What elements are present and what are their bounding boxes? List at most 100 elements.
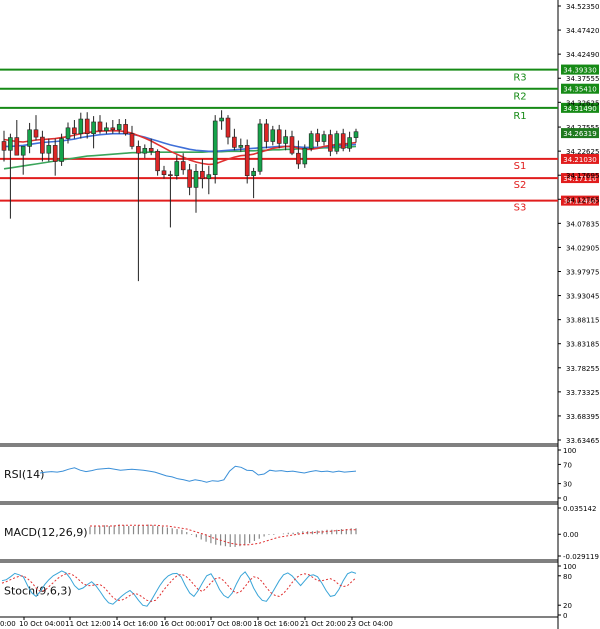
- time-tick-label: 10 Oct 04:00: [19, 620, 65, 628]
- candle-body: [212, 120, 218, 175]
- rsi-line: [39, 465, 357, 483]
- level-name-r1: R1: [513, 111, 526, 122]
- candle-body: [27, 129, 32, 147]
- candle-body: [91, 121, 96, 134]
- candle-body: [232, 136, 237, 148]
- level-price-label-r2: 34.35410: [563, 86, 596, 94]
- level-name-s1: S1: [514, 161, 527, 172]
- candle-body: [84, 118, 90, 134]
- price-tick-label: 33.68395: [566, 413, 599, 421]
- rsi-tick-label: 30: [563, 481, 572, 489]
- macd-tick-label: -0.029119: [563, 553, 599, 561]
- time-tick-label: 16 Oct 00:00: [160, 620, 206, 628]
- candle-body: [8, 137, 13, 151]
- trading-chart: R3 R2 R1 S1 S2 S3 RSI(14) 100 70 30 0 MACD(12,26,9…: [0, 0, 599, 629]
- price-tick-label: 34.37555: [566, 75, 599, 83]
- candle-body: [148, 148, 154, 152]
- candle-body: [264, 123, 269, 142]
- candle-body: [129, 133, 135, 147]
- time-tick-label: 23 Oct 04:00: [347, 620, 393, 628]
- macd-label: MACD(12,26,9): [4, 526, 88, 539]
- candle-body: [193, 170, 199, 188]
- candle-body: [308, 133, 314, 149]
- candle-body: [59, 138, 64, 162]
- candle-body: [72, 127, 77, 134]
- candle-body: [180, 161, 186, 171]
- candle-body: [238, 145, 244, 148]
- price-tick-label: 33.83185: [566, 341, 599, 349]
- last-price-label: 34.26319: [563, 130, 596, 138]
- indicator-panels: RSI(14) 100 70 30 0 MACD(12,26,9) 0.035142 0.00…: [1, 447, 599, 620]
- candle-body: [315, 133, 320, 142]
- candle-body: [276, 129, 282, 144]
- time-tick-label-partial: 0:00: [0, 620, 16, 628]
- candle-body: [302, 148, 308, 165]
- candle-body: [168, 174, 173, 176]
- candle-body: [321, 134, 327, 142]
- stoch-tick-label: 20: [563, 602, 572, 610]
- candle-body: [14, 137, 20, 156]
- rsi-label: RSI(14): [4, 468, 44, 481]
- level-name-r2: R2: [513, 92, 526, 103]
- time-tick-label: 17 Oct 08:00: [206, 620, 252, 628]
- candle-body: [289, 136, 295, 154]
- candle-body: [257, 123, 263, 172]
- candle-body: [283, 136, 288, 144]
- candle-body: [353, 131, 359, 138]
- candle-body: [244, 145, 250, 176]
- candle-body: [33, 129, 39, 138]
- candle-body: [65, 127, 71, 139]
- rsi-tick-label: 70: [563, 461, 572, 469]
- price-tick-label: 34.07835: [566, 220, 599, 228]
- candle-body: [20, 146, 26, 156]
- price-tick-label: 34.02905: [566, 244, 599, 252]
- candle-body: [142, 148, 148, 154]
- price-tick-label: 34.52350: [566, 3, 599, 11]
- level-name-s3: S3: [514, 203, 527, 214]
- macd-tick-label: 0.035142: [563, 505, 596, 513]
- price-tick-label: 33.93045: [566, 293, 599, 301]
- stoch-tick-label: 80: [563, 573, 572, 581]
- level-price-label-r3: 34.39330: [563, 67, 596, 75]
- candle-body: [225, 117, 231, 138]
- candle-body: [116, 124, 122, 131]
- level-name-s2: S2: [514, 180, 527, 191]
- price-tick-label: 34.47420: [566, 27, 599, 35]
- candle-body: [78, 118, 84, 134]
- candle-body: [200, 170, 205, 179]
- candle-body: [174, 161, 180, 176]
- candle-body: [347, 137, 352, 149]
- candle-body: [40, 136, 45, 154]
- candle-body: [155, 150, 160, 172]
- time-axis: 0:00 10 Oct 04:00 11 Oct 12:00 14 Oct 16:00…: [0, 617, 393, 628]
- candle-body: [328, 134, 333, 152]
- candle-body: [296, 152, 301, 165]
- candle-body: [251, 170, 256, 176]
- price-tick-label: 34.32625: [566, 99, 599, 107]
- level-name-r3: R3: [513, 73, 526, 84]
- time-tick-label: 14 Oct 16:00: [112, 620, 158, 628]
- main-panel-frame: [0, 0, 558, 444]
- price-tick-label: 33.88115: [566, 317, 599, 325]
- price-tick-label: 33.73325: [566, 389, 599, 397]
- candle-body: [52, 145, 58, 162]
- price-tick-label: 34.12765: [566, 196, 599, 204]
- candle-body: [123, 124, 128, 134]
- price-tick-label: 34.22625: [566, 148, 599, 156]
- macd-signal-line: [90, 524, 356, 546]
- macd-tick-label: 0.00: [563, 531, 579, 539]
- price-tick-label: 33.97975: [566, 268, 599, 276]
- candle-body: [1, 141, 7, 151]
- stoch-tick-label: 100: [563, 563, 576, 571]
- candle-body: [110, 127, 116, 131]
- candle-body: [161, 170, 167, 175]
- stoch-label: Stoch(9,6,3): [4, 585, 72, 598]
- candle-body: [104, 127, 109, 132]
- price-tick-label: 34.17695: [566, 172, 599, 180]
- candle-body: [187, 169, 192, 188]
- candle-body: [219, 117, 224, 122]
- rsi-tick-label: 0: [563, 495, 567, 503]
- rsi-tick-label: 100: [563, 447, 576, 455]
- candle-body: [270, 129, 276, 142]
- price-tick-label: 33.78255: [566, 365, 599, 373]
